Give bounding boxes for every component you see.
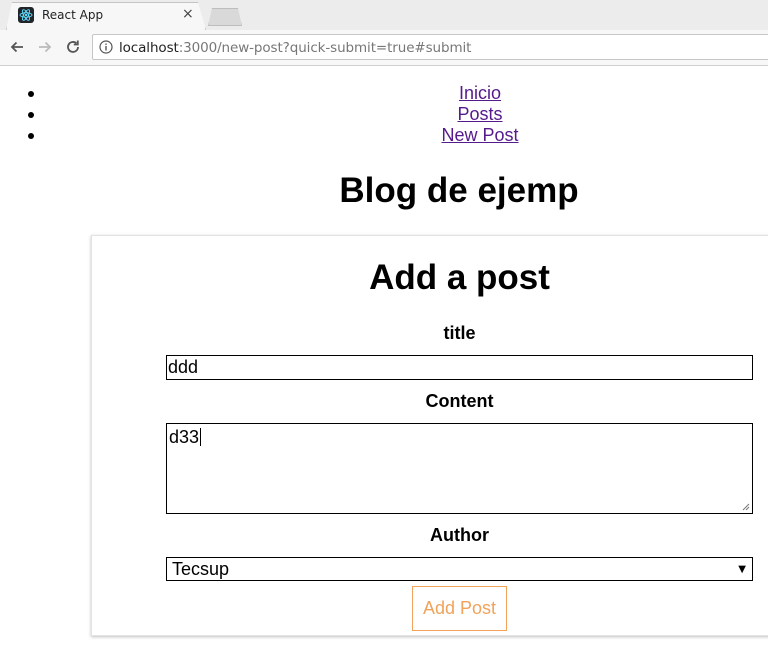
title-label: title: [443, 323, 476, 343]
main-nav: Inicio Posts New Post: [0, 83, 768, 146]
back-arrow-icon[interactable]: [6, 36, 28, 58]
browser-tabstrip: React App ×: [0, 0, 768, 30]
bullet-icon: [28, 112, 34, 118]
author-select[interactable]: Tecsup ▼: [166, 557, 753, 581]
dropdown-arrow-icon: ▼: [738, 564, 746, 575]
url-text: localhost:3000/new-post?quick-submit=tru…: [119, 40, 471, 56]
tab-title: React App: [42, 8, 104, 22]
add-post-button[interactable]: Add Post: [412, 586, 507, 631]
nav-link-new-post[interactable]: New Post: [441, 125, 518, 145]
nav-item: Inicio: [0, 83, 768, 104]
nav-item: Posts: [0, 104, 768, 125]
bullet-icon: [28, 91, 34, 97]
forward-arrow-icon[interactable]: [34, 36, 56, 58]
react-favicon-icon: [18, 7, 34, 23]
close-icon[interactable]: ×: [182, 6, 194, 22]
reload-icon[interactable]: [62, 36, 84, 58]
form-title: Add a post: [369, 258, 550, 297]
url-host: localhost: [119, 40, 179, 56]
url-path: :3000/new-post?quick-submit=true#submit: [178, 40, 472, 56]
nav-link-inicio[interactable]: Inicio: [459, 83, 501, 103]
nav-link-posts[interactable]: Posts: [457, 104, 502, 124]
browser-tab-active[interactable]: [6, 2, 206, 30]
author-selected-value: Tecsup: [172, 559, 230, 579]
add-post-card: Add a post title ddd Content d33 Author …: [91, 235, 768, 636]
new-tab-button[interactable]: [208, 8, 242, 26]
content-textarea[interactable]: d33: [166, 423, 753, 514]
author-label: Author: [430, 525, 489, 545]
page-content: Inicio Posts New Post Blog de ejemp Add …: [0, 67, 768, 668]
content-value: d33: [169, 427, 200, 447]
address-bar[interactable]: localhost:3000/new-post?quick-submit=tru…: [92, 34, 768, 60]
page-title: Blog de ejemp: [339, 171, 579, 210]
nav-item: New Post: [0, 125, 768, 146]
title-input[interactable]: ddd: [166, 355, 753, 380]
bullet-icon: [28, 133, 34, 139]
content-label: Content: [425, 391, 494, 411]
resize-grip-icon[interactable]: [742, 503, 750, 511]
text-caret: [200, 428, 202, 446]
browser-toolbar: localhost:3000/new-post?quick-submit=tru…: [0, 30, 768, 66]
info-icon[interactable]: [99, 40, 113, 54]
